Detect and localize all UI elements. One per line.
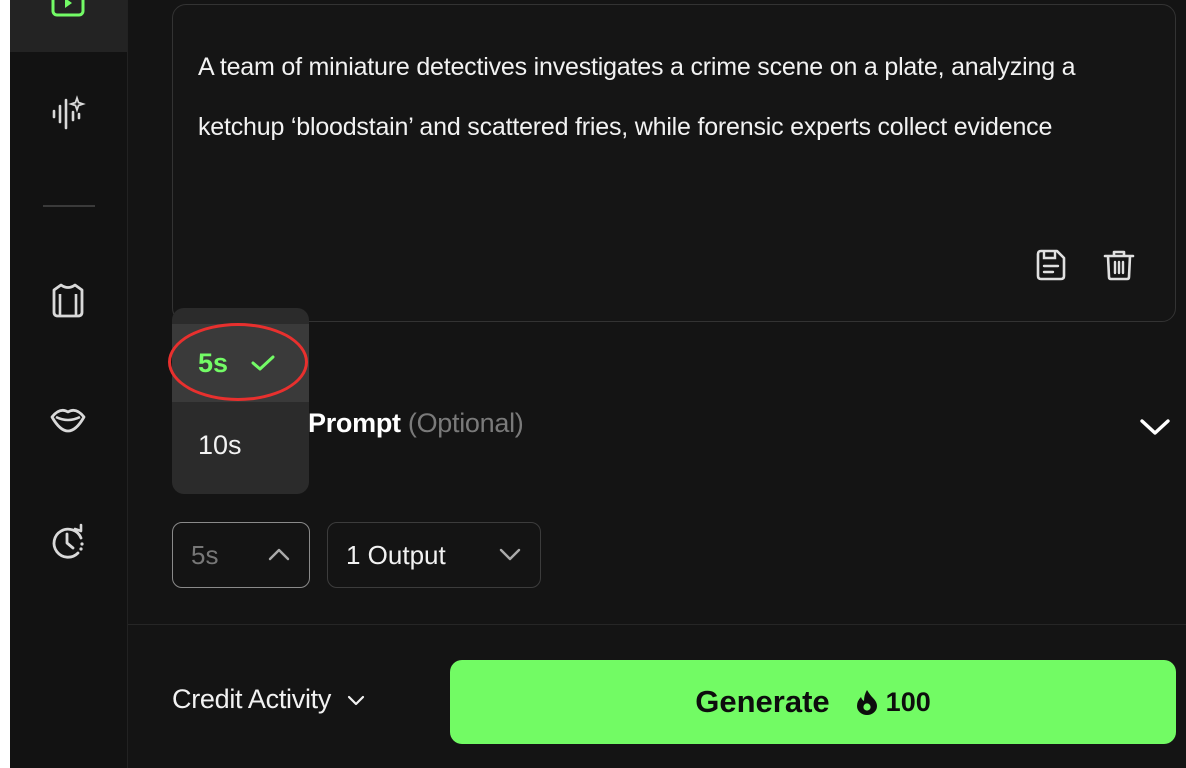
sidebar-item-lipsync[interactable]: [44, 394, 92, 442]
negative-prompt-header[interactable]: Prompt (Optional): [308, 408, 524, 439]
save-prompt-button[interactable]: [1031, 245, 1071, 285]
history-clock-icon: [52, 523, 84, 559]
shirt-icon: [52, 283, 84, 318]
chevron-down-icon: [1140, 419, 1170, 435]
prompt-textarea[interactable]: A team of miniature detectives investiga…: [172, 4, 1176, 322]
duration-select-value: 5s: [191, 539, 219, 570]
chevron-down-icon: [499, 548, 521, 561]
duration-option-5s[interactable]: 5s: [172, 324, 309, 402]
footer-divider: [128, 624, 1186, 625]
video-play-icon: [51, 0, 85, 17]
check-icon: [251, 355, 275, 371]
delete-prompt-button[interactable]: [1099, 245, 1139, 285]
output-count-select[interactable]: 1 Output: [327, 522, 541, 588]
lips-icon: [50, 408, 86, 433]
chevron-up-icon: [268, 548, 290, 561]
generate-button[interactable]: Generate 100: [450, 660, 1176, 744]
chevron-down-icon: [347, 695, 365, 705]
negative-prompt-optional: (Optional): [407, 408, 524, 438]
prompt-text[interactable]: A team of miniature detectives investiga…: [198, 37, 1138, 157]
credit-activity-dropdown[interactable]: Credit Activity: [172, 684, 369, 715]
duration-option-label: 5s: [198, 347, 229, 378]
duration-option-10s[interactable]: 10s: [172, 406, 309, 484]
sidebar-divider: [43, 205, 95, 207]
main-panel: A team of miniature detectives investiga…: [128, 0, 1186, 768]
duration-option-label: 10s: [198, 429, 242, 460]
app-window: A team of miniature detectives investiga…: [10, 0, 1186, 768]
flame-icon: [856, 690, 877, 715]
negative-prompt-toggle[interactable]: [1138, 414, 1172, 445]
sidebar-item-outfit[interactable]: [44, 276, 92, 324]
trash-icon: [1103, 250, 1135, 281]
save-icon: [1036, 249, 1066, 281]
sidebar-item-history[interactable]: [44, 518, 92, 566]
output-count-value: 1 Output: [346, 539, 446, 570]
credit-activity-label: Credit Activity: [172, 684, 332, 714]
generate-label: Generate: [695, 684, 830, 719]
sidebar-item-audio[interactable]: [44, 90, 92, 138]
generate-cost: 100: [856, 687, 931, 718]
duration-select[interactable]: 5s: [172, 522, 310, 588]
audio-sparkle-icon: [52, 95, 86, 130]
generate-cost-value: 100: [885, 686, 931, 717]
sidebar-item-video[interactable]: [44, 0, 92, 30]
sidebar: [10, 0, 128, 768]
negative-prompt-label: Prompt: [308, 408, 401, 438]
duration-dropdown-menu: 5s 10s: [172, 308, 309, 494]
